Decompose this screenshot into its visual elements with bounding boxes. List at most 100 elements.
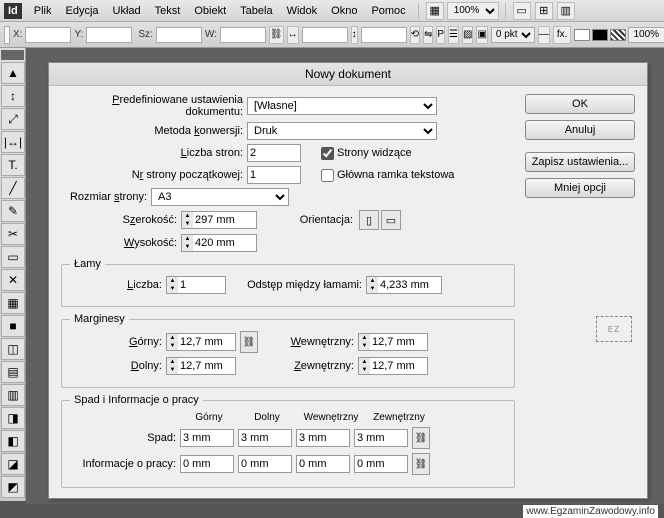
width-input[interactable]	[156, 27, 202, 43]
gutter-input[interactable]	[378, 276, 442, 294]
screen-mode-icon[interactable]: ⊞	[535, 2, 553, 20]
bridge-icon[interactable]: ▦	[426, 2, 444, 20]
slug-outside-input[interactable]	[354, 455, 408, 473]
stroke-weight-select[interactable]: 0 pkt	[491, 27, 535, 43]
down-arrow-icon[interactable]: ▼	[182, 220, 193, 228]
width-input-field[interactable]	[193, 211, 257, 229]
orientation-landscape-icon[interactable]: ▭	[381, 210, 401, 230]
direct-selection-tool-icon[interactable]: ↕	[1, 85, 25, 107]
hand-tool-icon[interactable]: ◧	[1, 430, 25, 452]
free-transform-tool-icon[interactable]: ■	[1, 315, 25, 337]
swatch-pattern[interactable]	[610, 29, 626, 41]
tint-select[interactable]: 100%	[628, 27, 664, 43]
reference-point-picker[interactable]	[4, 26, 10, 44]
scale-x-input[interactable]	[302, 27, 348, 43]
margin-inside-input[interactable]	[370, 333, 428, 351]
note-tool-icon[interactable]: ▥	[1, 384, 25, 406]
height-input[interactable]	[220, 27, 266, 43]
selection-tool-icon[interactable]: ▲	[1, 62, 25, 84]
cancel-button[interactable]: Anuluj	[525, 120, 635, 140]
gutter-stepper[interactable]: ▲▼	[366, 276, 442, 294]
save-preset-button[interactable]: Zapisz ustawienia...	[525, 152, 635, 172]
p-icon[interactable]: P	[436, 26, 445, 44]
view-mode-icon[interactable]: ▭	[513, 2, 531, 20]
page-tool-icon[interactable]: ⤢	[1, 108, 25, 130]
menu-window[interactable]: Okno	[325, 3, 363, 19]
start-page-input[interactable]	[247, 166, 301, 184]
height-stepper[interactable]: ▲▼	[181, 234, 257, 252]
type-tool-icon[interactable]: T.	[1, 154, 25, 176]
line-tool-icon[interactable]: ╱	[1, 177, 25, 199]
menu-text[interactable]: Tekst	[149, 3, 187, 19]
menu-help[interactable]: Pomoc	[365, 3, 411, 19]
stroke-swatch-icon[interactable]: ▣	[476, 26, 487, 44]
slug-inside-input[interactable]	[296, 455, 350, 473]
bleed-outside-input[interactable]	[354, 429, 408, 447]
align-icon[interactable]: ☰	[448, 26, 459, 44]
pages-input[interactable]	[247, 144, 301, 162]
fill-swatch-icon[interactable]: ▨	[462, 26, 473, 44]
facing-pages-checkbox[interactable]	[321, 147, 334, 160]
height-input-field[interactable]	[193, 234, 257, 252]
bleed-bottom-input[interactable]	[238, 429, 292, 447]
gradient-swatch-tool-icon[interactable]: ◫	[1, 338, 25, 360]
rectangle-tool-icon[interactable]: ✕	[1, 269, 25, 291]
scale-y-input[interactable]	[361, 27, 407, 43]
bleed-top-input[interactable]	[180, 429, 234, 447]
y-input[interactable]	[86, 27, 132, 43]
column-count-stepper[interactable]: ▲▼	[166, 276, 226, 294]
menu-edit[interactable]: Edycja	[60, 3, 105, 19]
primary-text-frame-checkbox[interactable]	[321, 169, 334, 182]
gap-tool-icon[interactable]: |↔|	[1, 131, 25, 153]
swatch-black[interactable]	[592, 29, 608, 41]
swatch-white[interactable]	[574, 29, 590, 41]
width-stepper[interactable]: ▲▼	[181, 211, 257, 229]
menu-table[interactable]: Tabela	[234, 3, 278, 19]
gradient-feather-tool-icon[interactable]: ▤	[1, 361, 25, 383]
margin-top-input[interactable]	[178, 333, 236, 351]
rectangle-frame-tool-icon[interactable]: ▭	[1, 246, 25, 268]
margin-inside-stepper[interactable]: ▲▼	[358, 333, 428, 351]
margin-bottom-input[interactable]	[178, 357, 236, 375]
menu-view[interactable]: Widok	[281, 3, 324, 19]
orientation-portrait-icon[interactable]: ▯	[359, 210, 379, 230]
pen-tool-icon[interactable]: ✎	[1, 200, 25, 222]
zoom-level-select[interactable]: 100%	[447, 2, 499, 20]
fewer-options-button[interactable]: Mniej opcji	[525, 178, 635, 198]
mirror-icon[interactable]: ⇋	[423, 26, 433, 44]
x-input[interactable]	[25, 27, 71, 43]
arrange-icon[interactable]: ▥	[557, 2, 575, 20]
scale-x-icon[interactable]: ↔	[287, 26, 299, 44]
zoom-tool-icon[interactable]: ◪	[1, 453, 25, 475]
menu-object[interactable]: Obiekt	[188, 3, 232, 19]
link-bleed-icon[interactable]: ⛓	[412, 427, 430, 449]
up-arrow-icon[interactable]: ▲	[182, 212, 193, 220]
rotate-icon[interactable]: ⟲	[410, 26, 420, 44]
menu-file[interactable]: Plik	[28, 3, 58, 19]
margin-outside-input[interactable]	[370, 357, 428, 375]
down-arrow-icon[interactable]: ▼	[182, 243, 193, 251]
slug-top-input[interactable]	[180, 455, 234, 473]
constrain-icon[interactable]: ⛓	[269, 26, 284, 44]
eyedropper-tool-icon[interactable]: ◨	[1, 407, 25, 429]
stroke-style-icon[interactable]: —	[538, 26, 550, 44]
menu-layout[interactable]: Układ	[107, 3, 147, 19]
document-preset-select[interactable]: [Własne]	[247, 97, 437, 115]
margin-top-stepper[interactable]: ▲▼	[166, 333, 236, 351]
fill-stroke-toggle-icon[interactable]: ◩	[1, 476, 25, 498]
margin-bottom-stepper[interactable]: ▲▼	[166, 357, 236, 375]
ok-button[interactable]: OK	[525, 94, 635, 114]
column-count-input[interactable]	[178, 276, 226, 294]
tool-panel-grip[interactable]	[1, 50, 24, 60]
pencil-tool-icon[interactable]: ✂	[1, 223, 25, 245]
link-slug-icon[interactable]: ⛓	[412, 453, 430, 475]
slug-bottom-input[interactable]	[238, 455, 292, 473]
up-arrow-icon[interactable]: ▲	[182, 235, 193, 243]
bleed-inside-input[interactable]	[296, 429, 350, 447]
scale-y-icon[interactable]: ↕	[351, 26, 358, 44]
intent-select[interactable]: Druk	[247, 122, 437, 140]
fx-button[interactable]: fx.	[553, 26, 572, 44]
page-size-select[interactable]: A3	[151, 188, 289, 206]
margin-outside-stepper[interactable]: ▲▼	[358, 357, 428, 375]
scissors-tool-icon[interactable]: ▦	[1, 292, 25, 314]
